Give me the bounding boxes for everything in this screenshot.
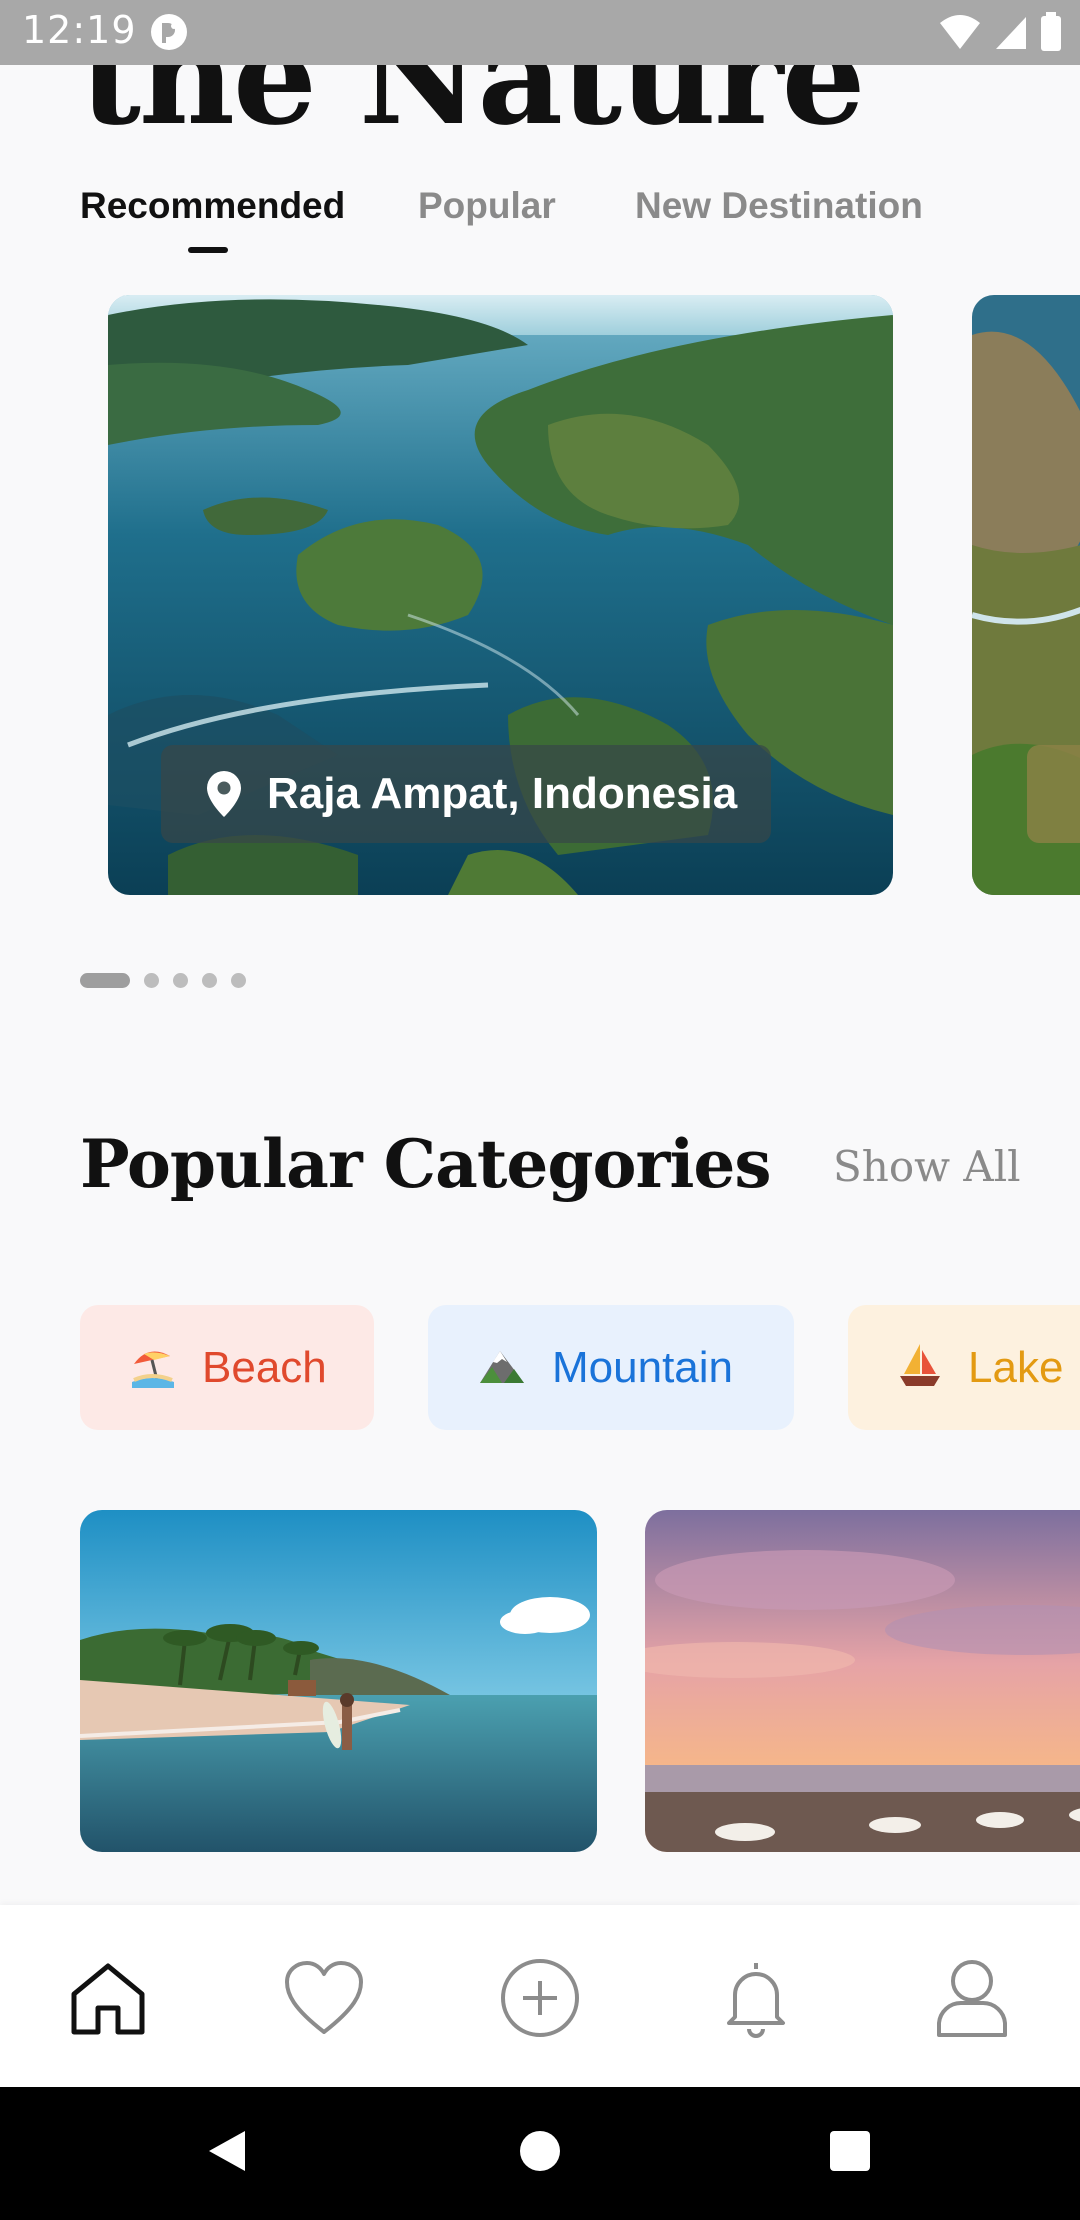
active-tab-indicator: [188, 247, 228, 253]
category-chip-mountain[interactable]: Mountain: [428, 1305, 794, 1430]
sunset-beach-thumbnail[interactable]: [645, 1510, 1080, 1852]
back-icon[interactable]: [205, 2127, 249, 2180]
pager-dot: [202, 973, 217, 988]
app-notification-icon: [150, 13, 188, 51]
next-location-badge: [1027, 745, 1080, 843]
category-label: Mountain: [552, 1342, 734, 1392]
heart-icon[interactable]: [281, 1955, 367, 2041]
bell-icon[interactable]: [713, 1955, 799, 2041]
beach-surfer-photo: [80, 1510, 597, 1852]
status-time: 12:19: [22, 8, 137, 52]
beach-umbrella-icon: [130, 1342, 176, 1393]
show-all-link[interactable]: Show All: [833, 1142, 1021, 1191]
app-screen: the Nature 12:19 Recommended Popular New…: [0, 0, 1080, 2220]
home-circle-icon[interactable]: [518, 2127, 562, 2180]
next-destination-card[interactable]: [972, 295, 1080, 895]
status-bar: 12:19: [0, 0, 1080, 65]
section-title: Popular Categories: [80, 1125, 772, 1203]
featured-destination-card[interactable]: Raja Ampat, Indonesia: [108, 295, 893, 895]
profile-icon[interactable]: [929, 1955, 1015, 2041]
sunset-beach-photo: [645, 1510, 1080, 1852]
wifi-icon: [938, 13, 982, 56]
category-chip-beach[interactable]: Beach: [80, 1305, 374, 1430]
pager-dot: [144, 973, 159, 988]
category-chip-lake[interactable]: Lake: [848, 1305, 1080, 1430]
tab-new-destination[interactable]: New Destination: [635, 185, 923, 227]
tab-popular[interactable]: Popular: [418, 185, 556, 227]
category-label: Beach: [202, 1342, 327, 1392]
bottom-navigation: [0, 1905, 1080, 2087]
system-navigation-bar: [0, 2087, 1080, 2220]
battery-icon: [1040, 12, 1062, 57]
pager-dot: [173, 973, 188, 988]
carousel-pager: [80, 973, 246, 988]
beach-destination-thumbnail[interactable]: [80, 1510, 597, 1852]
pager-dot: [231, 973, 246, 988]
category-label: Lake: [968, 1342, 1064, 1392]
sailboat-icon: [898, 1342, 942, 1393]
cell-signal-icon: [994, 13, 1028, 56]
mountain-icon: [478, 1345, 526, 1390]
add-circle-icon[interactable]: [497, 1955, 583, 2041]
location-badge: Raja Ampat, Indonesia: [161, 745, 771, 843]
pager-dot-active: [80, 973, 130, 988]
home-icon[interactable]: [65, 1955, 151, 2041]
recents-icon[interactable]: [828, 2127, 872, 2180]
tab-recommended[interactable]: Recommended: [80, 185, 345, 227]
location-label: Raja Ampat, Indonesia: [267, 769, 738, 818]
location-pin-icon: [207, 771, 241, 817]
